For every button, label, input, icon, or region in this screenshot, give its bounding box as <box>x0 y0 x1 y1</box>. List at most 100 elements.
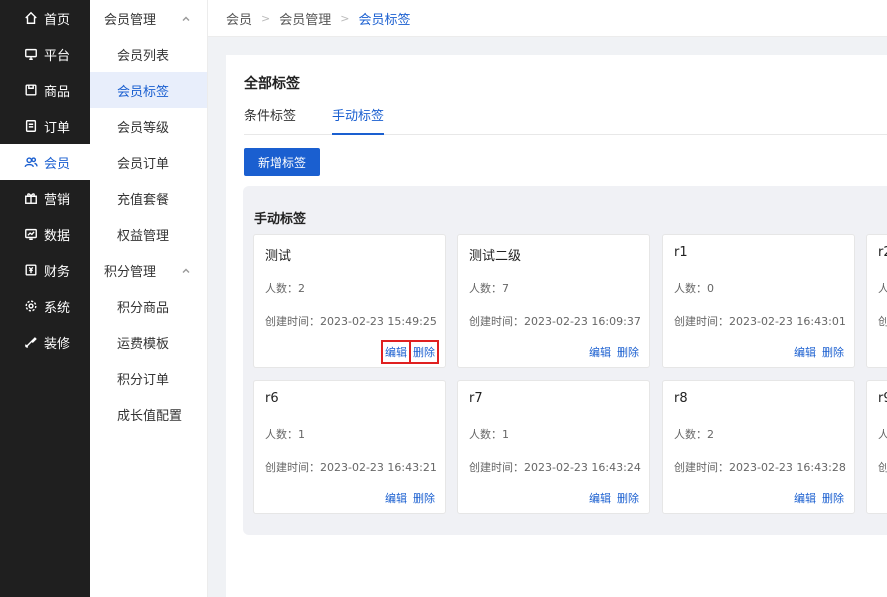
subnav-item-benefits[interactable]: 权益管理 <box>90 216 207 252</box>
delete-button[interactable]: 删除 <box>617 344 639 360</box>
sidebar-item-label: 平台 <box>44 48 71 64</box>
edit-button[interactable]: 编辑 <box>589 344 611 360</box>
sidebar-item-label: 首页 <box>44 12 71 28</box>
tag-name: 测试二级 <box>469 249 522 264</box>
tag-name: r2 <box>878 245 887 260</box>
tag-member-count: 人数：1 <box>265 428 305 441</box>
subnav-item-shipping-templates[interactable]: 运费模板 <box>90 324 207 360</box>
subnav-item-member-tags[interactable]: 会员标签 <box>90 72 207 108</box>
add-tag-button[interactable]: 新增标签 <box>244 148 320 176</box>
subnav-item-growth-config[interactable]: 成长值配置 <box>90 396 207 432</box>
sidebar-item-platform[interactable]: 平台 <box>0 36 90 72</box>
tag-member-count: 人数：1 <box>469 428 509 441</box>
tab-manual-tags[interactable]: 手动标签 <box>332 107 385 135</box>
tag-card: r1 人数：0 创建时间：2023-02-23 16:43:01 编辑 删除 <box>662 234 855 368</box>
gear-icon <box>24 299 38 313</box>
gift-icon <box>24 191 38 205</box>
subnav-group-label: 积分管理 <box>104 264 157 280</box>
delete-button[interactable]: 删除 <box>409 340 439 364</box>
tag-card: r8 人数：2 创建时间：2023-02-23 16:43:28 编辑 删除 <box>662 380 855 514</box>
tag-created-time: 创建时间：2023-02-23 16:43:31 <box>878 461 887 474</box>
tag-created-time: 创建时间：2023-02-23 16:43:24 <box>469 461 641 474</box>
tag-created-time: 创建时间：2023-02-23 16:09:37 <box>469 315 641 328</box>
wallet-icon <box>24 263 38 277</box>
breadcrumb-item[interactable]: 会员管理 <box>279 9 331 28</box>
subnav-item-member-levels[interactable]: 会员等级 <box>90 108 207 144</box>
sidebar-item-orders[interactable]: 订单 <box>0 108 90 144</box>
sidebar-item-label: 装修 <box>44 336 71 352</box>
box-icon <box>24 83 38 97</box>
tag-member-count: 人数：2 <box>674 428 714 441</box>
tag-created-time: 创建时间：2023-02-23 16:43:21 <box>265 461 437 474</box>
tag-created-time: 创建时间：2023-02-23 15:49:25 <box>265 315 437 328</box>
tab-bar: 条件标签 手动标签 <box>244 107 887 135</box>
brush-icon <box>24 335 38 349</box>
tag-created-time: 创建时间：2023-02-23 16:43:05 <box>878 315 887 328</box>
document-icon <box>24 119 38 133</box>
edit-button[interactable]: 编辑 <box>794 344 816 360</box>
delete-button[interactable]: 删除 <box>413 490 435 506</box>
manual-tags-panel: 手动标签 测试 人数：2 创建时间：2023-02-23 15:49:25 编辑… <box>243 186 887 535</box>
sidebar-item-finance[interactable]: 财务 <box>0 252 90 288</box>
breadcrumb-current: 会员标签 <box>358 12 411 28</box>
sidebar-item-label: 系统 <box>44 300 71 316</box>
tag-member-count: 人数：0 <box>674 282 714 295</box>
sidebar-item-label: 订单 <box>44 120 71 136</box>
tag-created-time: 创建时间：2023-02-23 16:43:01 <box>674 315 846 328</box>
edit-button[interactable]: 编辑 <box>381 340 411 364</box>
users-icon <box>24 155 38 169</box>
tag-name: r8 <box>674 391 688 406</box>
breadcrumb: 会员 > 会员管理 > 会员标签 <box>208 0 887 37</box>
sidebar-item-data[interactable]: 数据 <box>0 216 90 252</box>
subnav-item-points-products[interactable]: 积分商品 <box>90 288 207 324</box>
tag-name: 测试 <box>265 249 292 264</box>
sidebar-item-label: 财务 <box>44 264 71 280</box>
tag-name: r6 <box>265 391 279 406</box>
panel-title: 手动标签 <box>254 212 307 227</box>
tag-member-count: 人数：0 <box>878 428 887 441</box>
delete-button[interactable]: 删除 <box>822 344 844 360</box>
tag-card: 测试二级 人数：7 创建时间：2023-02-23 16:09:37 编辑 删除 <box>457 234 650 368</box>
tag-card: r7 人数：1 创建时间：2023-02-23 16:43:24 编辑 删除 <box>457 380 650 514</box>
chevron-right-icon: > <box>340 11 350 25</box>
tag-card: 测试 人数：2 创建时间：2023-02-23 15:49:25 编辑 删除 <box>253 234 446 368</box>
sidebar-item-decoration[interactable]: 装修 <box>0 324 90 360</box>
tag-name: r9 <box>878 391 887 406</box>
chart-icon <box>24 227 38 241</box>
tag-card-grid: 测试 人数：2 创建时间：2023-02-23 15:49:25 编辑 删除 测… <box>253 234 887 524</box>
home-icon <box>24 11 38 25</box>
edit-button[interactable]: 编辑 <box>794 490 816 506</box>
subnav-group-label: 会员管理 <box>104 12 157 28</box>
main-content: 全部标签 条件标签 手动标签 新增标签 手动标签 测试 人数：2 创建时间：20… <box>226 55 887 597</box>
sub-navigation: 会员管理 会员列表 会员标签 会员等级 会员订单 充值套餐 权益管理 积分管理 … <box>90 0 208 597</box>
sidebar-item-label: 会员 <box>44 156 71 172</box>
tag-card: r9 人数：0 创建时间：2023-02-23 16:43:31 编辑 删除 <box>866 380 887 514</box>
sidebar-item-label: 营销 <box>44 192 71 208</box>
tag-member-count: 人数：0 <box>878 282 887 295</box>
subnav-group-points-management[interactable]: 积分管理 <box>90 252 207 288</box>
edit-button[interactable]: 编辑 <box>589 490 611 506</box>
chevron-up-icon <box>181 265 191 275</box>
chevron-right-icon: > <box>261 11 271 25</box>
sidebar-item-home[interactable]: 首页 <box>0 0 90 36</box>
sidebar-item-marketing[interactable]: 营销 <box>0 180 90 216</box>
tab-condition-tags[interactable]: 条件标签 <box>244 107 296 135</box>
tag-name: r7 <box>469 391 483 406</box>
subnav-item-points-orders[interactable]: 积分订单 <box>90 360 207 396</box>
chevron-up-icon <box>181 13 191 23</box>
sidebar-item-system[interactable]: 系统 <box>0 288 90 324</box>
tag-card: r2 人数：0 创建时间：2023-02-23 16:43:05 编辑 删除 <box>866 234 887 368</box>
tag-name: r1 <box>674 245 688 260</box>
sidebar-item-products[interactable]: 商品 <box>0 72 90 108</box>
tag-member-count: 人数：2 <box>265 282 305 295</box>
sidebar-item-label: 商品 <box>44 84 71 100</box>
delete-button[interactable]: 删除 <box>822 490 844 506</box>
delete-button[interactable]: 删除 <box>617 490 639 506</box>
edit-button[interactable]: 编辑 <box>385 490 407 506</box>
subnav-item-member-orders[interactable]: 会员订单 <box>90 144 207 180</box>
subnav-group-member-management[interactable]: 会员管理 <box>90 0 207 36</box>
breadcrumb-item[interactable]: 会员 <box>226 9 252 28</box>
subnav-item-recharge-packages[interactable]: 充值套餐 <box>90 180 207 216</box>
subnav-item-member-list[interactable]: 会员列表 <box>90 36 207 72</box>
sidebar-item-members[interactable]: 会员 <box>0 144 90 180</box>
